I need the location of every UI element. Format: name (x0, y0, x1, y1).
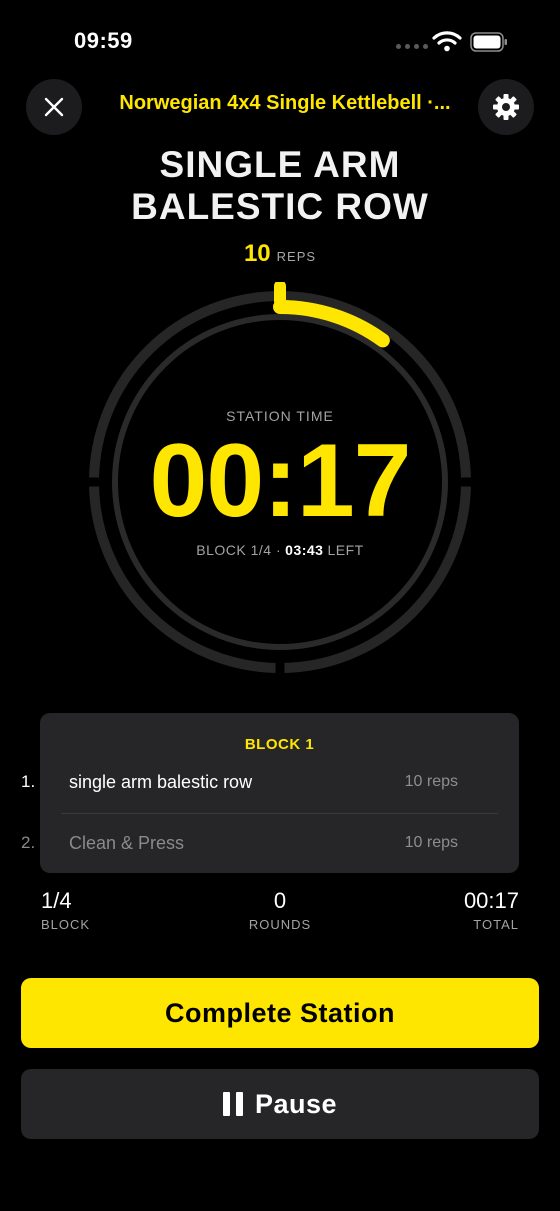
close-icon (44, 97, 64, 117)
close-button[interactable] (26, 79, 82, 135)
complete-station-button[interactable]: Complete Station (21, 978, 539, 1048)
pause-icon (222, 1092, 243, 1116)
stat-total: 00:17 TOTAL (464, 888, 519, 932)
gear-icon (493, 94, 519, 120)
list-item-reps: 10 reps (404, 834, 458, 851)
list-item[interactable]: 2. Clean & Press 10 reps (21, 823, 458, 863)
status-time: 09:59 (74, 28, 133, 53)
list-item-name: Clean & Press (69, 832, 185, 853)
exercise-name: SINGLE ARM BALESTIC ROW (60, 144, 500, 228)
stat-total-label: TOTAL (473, 917, 519, 932)
settings-button[interactable] (478, 79, 534, 135)
stat-block-label: BLOCK (41, 917, 91, 932)
signal-dots-icon (396, 44, 428, 49)
list-divider (61, 813, 498, 814)
reps-label: REPS (276, 249, 317, 264)
stat-rounds-value: 0 (273, 888, 287, 913)
list-item-index: 1. (21, 772, 36, 791)
list-item-name: single arm balestic row (69, 771, 253, 792)
exercise-name-line2: BALESTIC ROW (131, 186, 429, 227)
battery-icon (470, 32, 507, 52)
stat-rounds: 0 ROUNDS (230, 888, 330, 932)
reps-indicator: 10 REPS (0, 240, 560, 268)
block-card-title: BLOCK 1 (244, 736, 315, 753)
block-progress-text: BLOCK 1/4 · (196, 542, 282, 558)
pause-button[interactable]: Pause (21, 1069, 539, 1139)
list-item[interactable]: 1. single arm balestic row 10 reps (21, 762, 458, 802)
stat-total-value: 00:17 (463, 888, 519, 913)
reps-value: 10 (243, 240, 271, 267)
pause-label: Pause (254, 1088, 338, 1119)
time-left-label: LEFT (327, 542, 364, 558)
wifi-icon (432, 31, 462, 52)
workout-title: Norwegian 4x4 Single Kettlebell ·... (119, 92, 451, 114)
time-left-value: 03:43 (285, 542, 324, 558)
stat-block-value: 1/4 (41, 888, 72, 913)
station-timer: 00:17 (149, 423, 412, 539)
stat-rounds-label: ROUNDS (248, 917, 312, 932)
exercise-name-line1: SINGLE ARM (159, 144, 401, 185)
stat-block: 1/4 BLOCK (41, 888, 90, 932)
complete-station-label: Complete Station (164, 997, 395, 1028)
list-item-reps: 10 reps (404, 773, 458, 790)
block-time-left: BLOCK 1/4 · 03:43 LEFT (0, 542, 560, 558)
list-item-index: 2. (21, 833, 36, 852)
